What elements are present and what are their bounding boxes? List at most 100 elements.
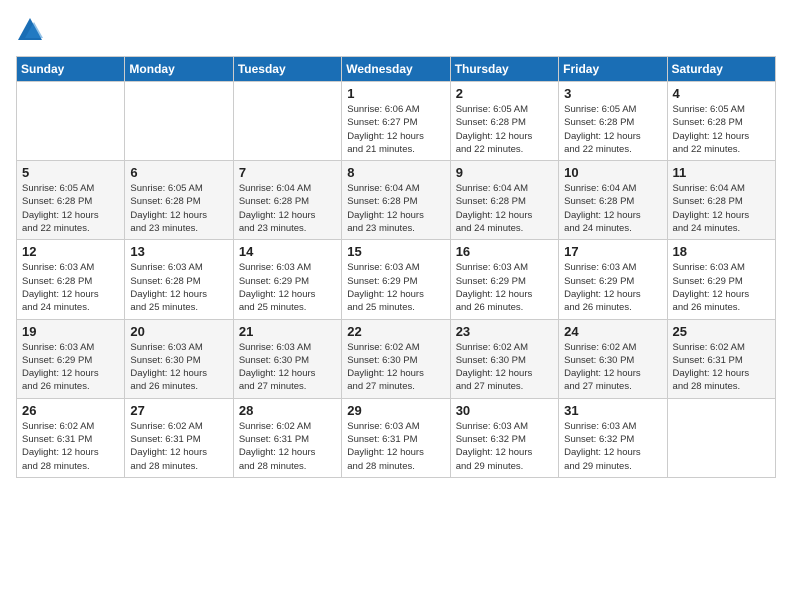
day-number: 5: [22, 165, 119, 180]
day-info: Sunrise: 6:03 AM Sunset: 6:29 PM Dayligh…: [673, 261, 770, 314]
calendar-cell: 26 Sunrise: 6:02 AM Sunset: 6:31 PM Dayli…: [17, 398, 125, 477]
header: [16, 16, 776, 44]
day-info: Sunrise: 6:03 AM Sunset: 6:29 PM Dayligh…: [347, 261, 444, 314]
calendar-cell: 8Sunrise: 6:04 AM Sunset: 6:28 PM Daylig…: [342, 161, 450, 240]
day-number: 25: [673, 324, 770, 339]
day-number: 1: [347, 86, 444, 101]
day-number: 14: [239, 244, 336, 259]
day-info: Sunrise: 6:03 AM Sunset: 6:29 PM Dayligh…: [22, 341, 119, 394]
day-number: 16: [456, 244, 553, 259]
day-number: 29: [347, 403, 444, 418]
weekday-header-saturday: Saturday: [667, 57, 775, 82]
day-info: Sunrise: 6:02 AM Sunset: 6:31 PM Dayligh…: [673, 341, 770, 394]
day-info: Sunrise: 6:04 AM Sunset: 6:28 PM Dayligh…: [347, 182, 444, 235]
calendar-cell: 6 Sunrise: 6:05 AM Sunset: 6:28 PM Daylig…: [125, 161, 233, 240]
day-number: 6: [130, 165, 227, 180]
logo: [16, 16, 48, 44]
calendar-week-row: 26 Sunrise: 6:02 AM Sunset: 6:31 PM Dayli…: [17, 398, 776, 477]
calendar-week-row: 12 Sunrise: 6:03 AM Sunset: 6:28 PM Dayli…: [17, 240, 776, 319]
calendar-cell: 1 Sunrise: 6:06 AM Sunset: 6:27 PM Daylig…: [342, 82, 450, 161]
calendar-cell: 23 Sunrise: 6:02 AM Sunset: 6:30 PM Dayli…: [450, 319, 558, 398]
calendar-cell: 27 Sunrise: 6:02 AM Sunset: 6:31 PM Dayli…: [125, 398, 233, 477]
day-info: Sunrise: 6:04 AM Sunset: 6:28 PM Dayligh…: [564, 182, 661, 235]
weekday-header-wednesday: Wednesday: [342, 57, 450, 82]
calendar-week-row: 5 Sunrise: 6:05 AM Sunset: 6:28 PM Daylig…: [17, 161, 776, 240]
day-info: Sunrise: 6:06 AM Sunset: 6:27 PM Dayligh…: [347, 103, 444, 156]
day-number: 10: [564, 165, 661, 180]
day-info: Sunrise: 6:03 AM Sunset: 6:29 PM Dayligh…: [564, 261, 661, 314]
day-info: Sunrise: 6:04 AM Sunset: 6:28 PM Dayligh…: [456, 182, 553, 235]
day-number: 31: [564, 403, 661, 418]
calendar-cell: 3Sunrise: 6:05 AM Sunset: 6:28 PM Daylig…: [559, 82, 667, 161]
day-number: 28: [239, 403, 336, 418]
calendar-cell: 28 Sunrise: 6:02 AM Sunset: 6:31 PM Dayli…: [233, 398, 341, 477]
calendar-cell: 4Sunrise: 6:05 AM Sunset: 6:28 PM Daylig…: [667, 82, 775, 161]
calendar-cell: [125, 82, 233, 161]
day-info: Sunrise: 6:04 AM Sunset: 6:28 PM Dayligh…: [239, 182, 336, 235]
day-number: 21: [239, 324, 336, 339]
day-number: 19: [22, 324, 119, 339]
calendar-cell: 16 Sunrise: 6:03 AM Sunset: 6:29 PM Dayli…: [450, 240, 558, 319]
calendar-cell: 21 Sunrise: 6:03 AM Sunset: 6:30 PM Dayli…: [233, 319, 341, 398]
calendar-cell: 29Sunrise: 6:03 AM Sunset: 6:31 PM Dayli…: [342, 398, 450, 477]
day-info: Sunrise: 6:05 AM Sunset: 6:28 PM Dayligh…: [130, 182, 227, 235]
calendar-table: SundayMondayTuesdayWednesdayThursdayFrid…: [16, 56, 776, 478]
day-number: 7: [239, 165, 336, 180]
calendar-cell: 24Sunrise: 6:02 AM Sunset: 6:30 PM Dayli…: [559, 319, 667, 398]
calendar-cell: 30 Sunrise: 6:03 AM Sunset: 6:32 PM Dayli…: [450, 398, 558, 477]
day-number: 23: [456, 324, 553, 339]
weekday-header-tuesday: Tuesday: [233, 57, 341, 82]
day-number: 2: [456, 86, 553, 101]
day-number: 12: [22, 244, 119, 259]
calendar-cell: [233, 82, 341, 161]
day-number: 17: [564, 244, 661, 259]
day-info: Sunrise: 6:02 AM Sunset: 6:31 PM Dayligh…: [239, 420, 336, 473]
day-number: 24: [564, 324, 661, 339]
calendar-cell: 14 Sunrise: 6:03 AM Sunset: 6:29 PM Dayli…: [233, 240, 341, 319]
weekday-header-thursday: Thursday: [450, 57, 558, 82]
day-info: Sunrise: 6:03 AM Sunset: 6:29 PM Dayligh…: [456, 261, 553, 314]
day-number: 27: [130, 403, 227, 418]
day-info: Sunrise: 6:05 AM Sunset: 6:28 PM Dayligh…: [456, 103, 553, 156]
day-info: Sunrise: 6:04 AM Sunset: 6:28 PM Dayligh…: [673, 182, 770, 235]
calendar-cell: 15 Sunrise: 6:03 AM Sunset: 6:29 PM Dayli…: [342, 240, 450, 319]
day-number: 15: [347, 244, 444, 259]
day-info: Sunrise: 6:03 AM Sunset: 6:32 PM Dayligh…: [564, 420, 661, 473]
day-number: 11: [673, 165, 770, 180]
calendar-cell: [667, 398, 775, 477]
calendar-cell: 2 Sunrise: 6:05 AM Sunset: 6:28 PM Daylig…: [450, 82, 558, 161]
day-info: Sunrise: 6:02 AM Sunset: 6:30 PM Dayligh…: [456, 341, 553, 394]
day-info: Sunrise: 6:05 AM Sunset: 6:28 PM Dayligh…: [564, 103, 661, 156]
day-number: 26: [22, 403, 119, 418]
weekday-header-sunday: Sunday: [17, 57, 125, 82]
calendar-cell: 11 Sunrise: 6:04 AM Sunset: 6:28 PM Dayli…: [667, 161, 775, 240]
calendar-week-row: 1 Sunrise: 6:06 AM Sunset: 6:27 PM Daylig…: [17, 82, 776, 161]
calendar-cell: 13Sunrise: 6:03 AM Sunset: 6:28 PM Dayli…: [125, 240, 233, 319]
calendar-cell: 19 Sunrise: 6:03 AM Sunset: 6:29 PM Dayli…: [17, 319, 125, 398]
calendar-cell: 18Sunrise: 6:03 AM Sunset: 6:29 PM Dayli…: [667, 240, 775, 319]
calendar-week-row: 19 Sunrise: 6:03 AM Sunset: 6:29 PM Dayli…: [17, 319, 776, 398]
calendar-cell: 7 Sunrise: 6:04 AM Sunset: 6:28 PM Daylig…: [233, 161, 341, 240]
day-info: Sunrise: 6:03 AM Sunset: 6:30 PM Dayligh…: [239, 341, 336, 394]
calendar-cell: 5Sunrise: 6:05 AM Sunset: 6:28 PM Daylig…: [17, 161, 125, 240]
day-info: Sunrise: 6:03 AM Sunset: 6:28 PM Dayligh…: [22, 261, 119, 314]
weekday-header-friday: Friday: [559, 57, 667, 82]
weekday-header-monday: Monday: [125, 57, 233, 82]
calendar-cell: 10 Sunrise: 6:04 AM Sunset: 6:28 PM Dayli…: [559, 161, 667, 240]
calendar-cell: 17 Sunrise: 6:03 AM Sunset: 6:29 PM Dayli…: [559, 240, 667, 319]
day-info: Sunrise: 6:03 AM Sunset: 6:29 PM Dayligh…: [239, 261, 336, 314]
day-info: Sunrise: 6:03 AM Sunset: 6:32 PM Dayligh…: [456, 420, 553, 473]
calendar-cell: 12 Sunrise: 6:03 AM Sunset: 6:28 PM Dayli…: [17, 240, 125, 319]
day-info: Sunrise: 6:02 AM Sunset: 6:31 PM Dayligh…: [22, 420, 119, 473]
day-info: Sunrise: 6:02 AM Sunset: 6:31 PM Dayligh…: [130, 420, 227, 473]
day-number: 20: [130, 324, 227, 339]
day-number: 13: [130, 244, 227, 259]
calendar-cell: 9 Sunrise: 6:04 AM Sunset: 6:28 PM Daylig…: [450, 161, 558, 240]
calendar-cell: 25 Sunrise: 6:02 AM Sunset: 6:31 PM Dayli…: [667, 319, 775, 398]
calendar-cell: [17, 82, 125, 161]
day-info: Sunrise: 6:02 AM Sunset: 6:30 PM Dayligh…: [347, 341, 444, 394]
day-info: Sunrise: 6:03 AM Sunset: 6:30 PM Dayligh…: [130, 341, 227, 394]
day-number: 30: [456, 403, 553, 418]
day-number: 9: [456, 165, 553, 180]
logo-icon: [16, 16, 44, 44]
